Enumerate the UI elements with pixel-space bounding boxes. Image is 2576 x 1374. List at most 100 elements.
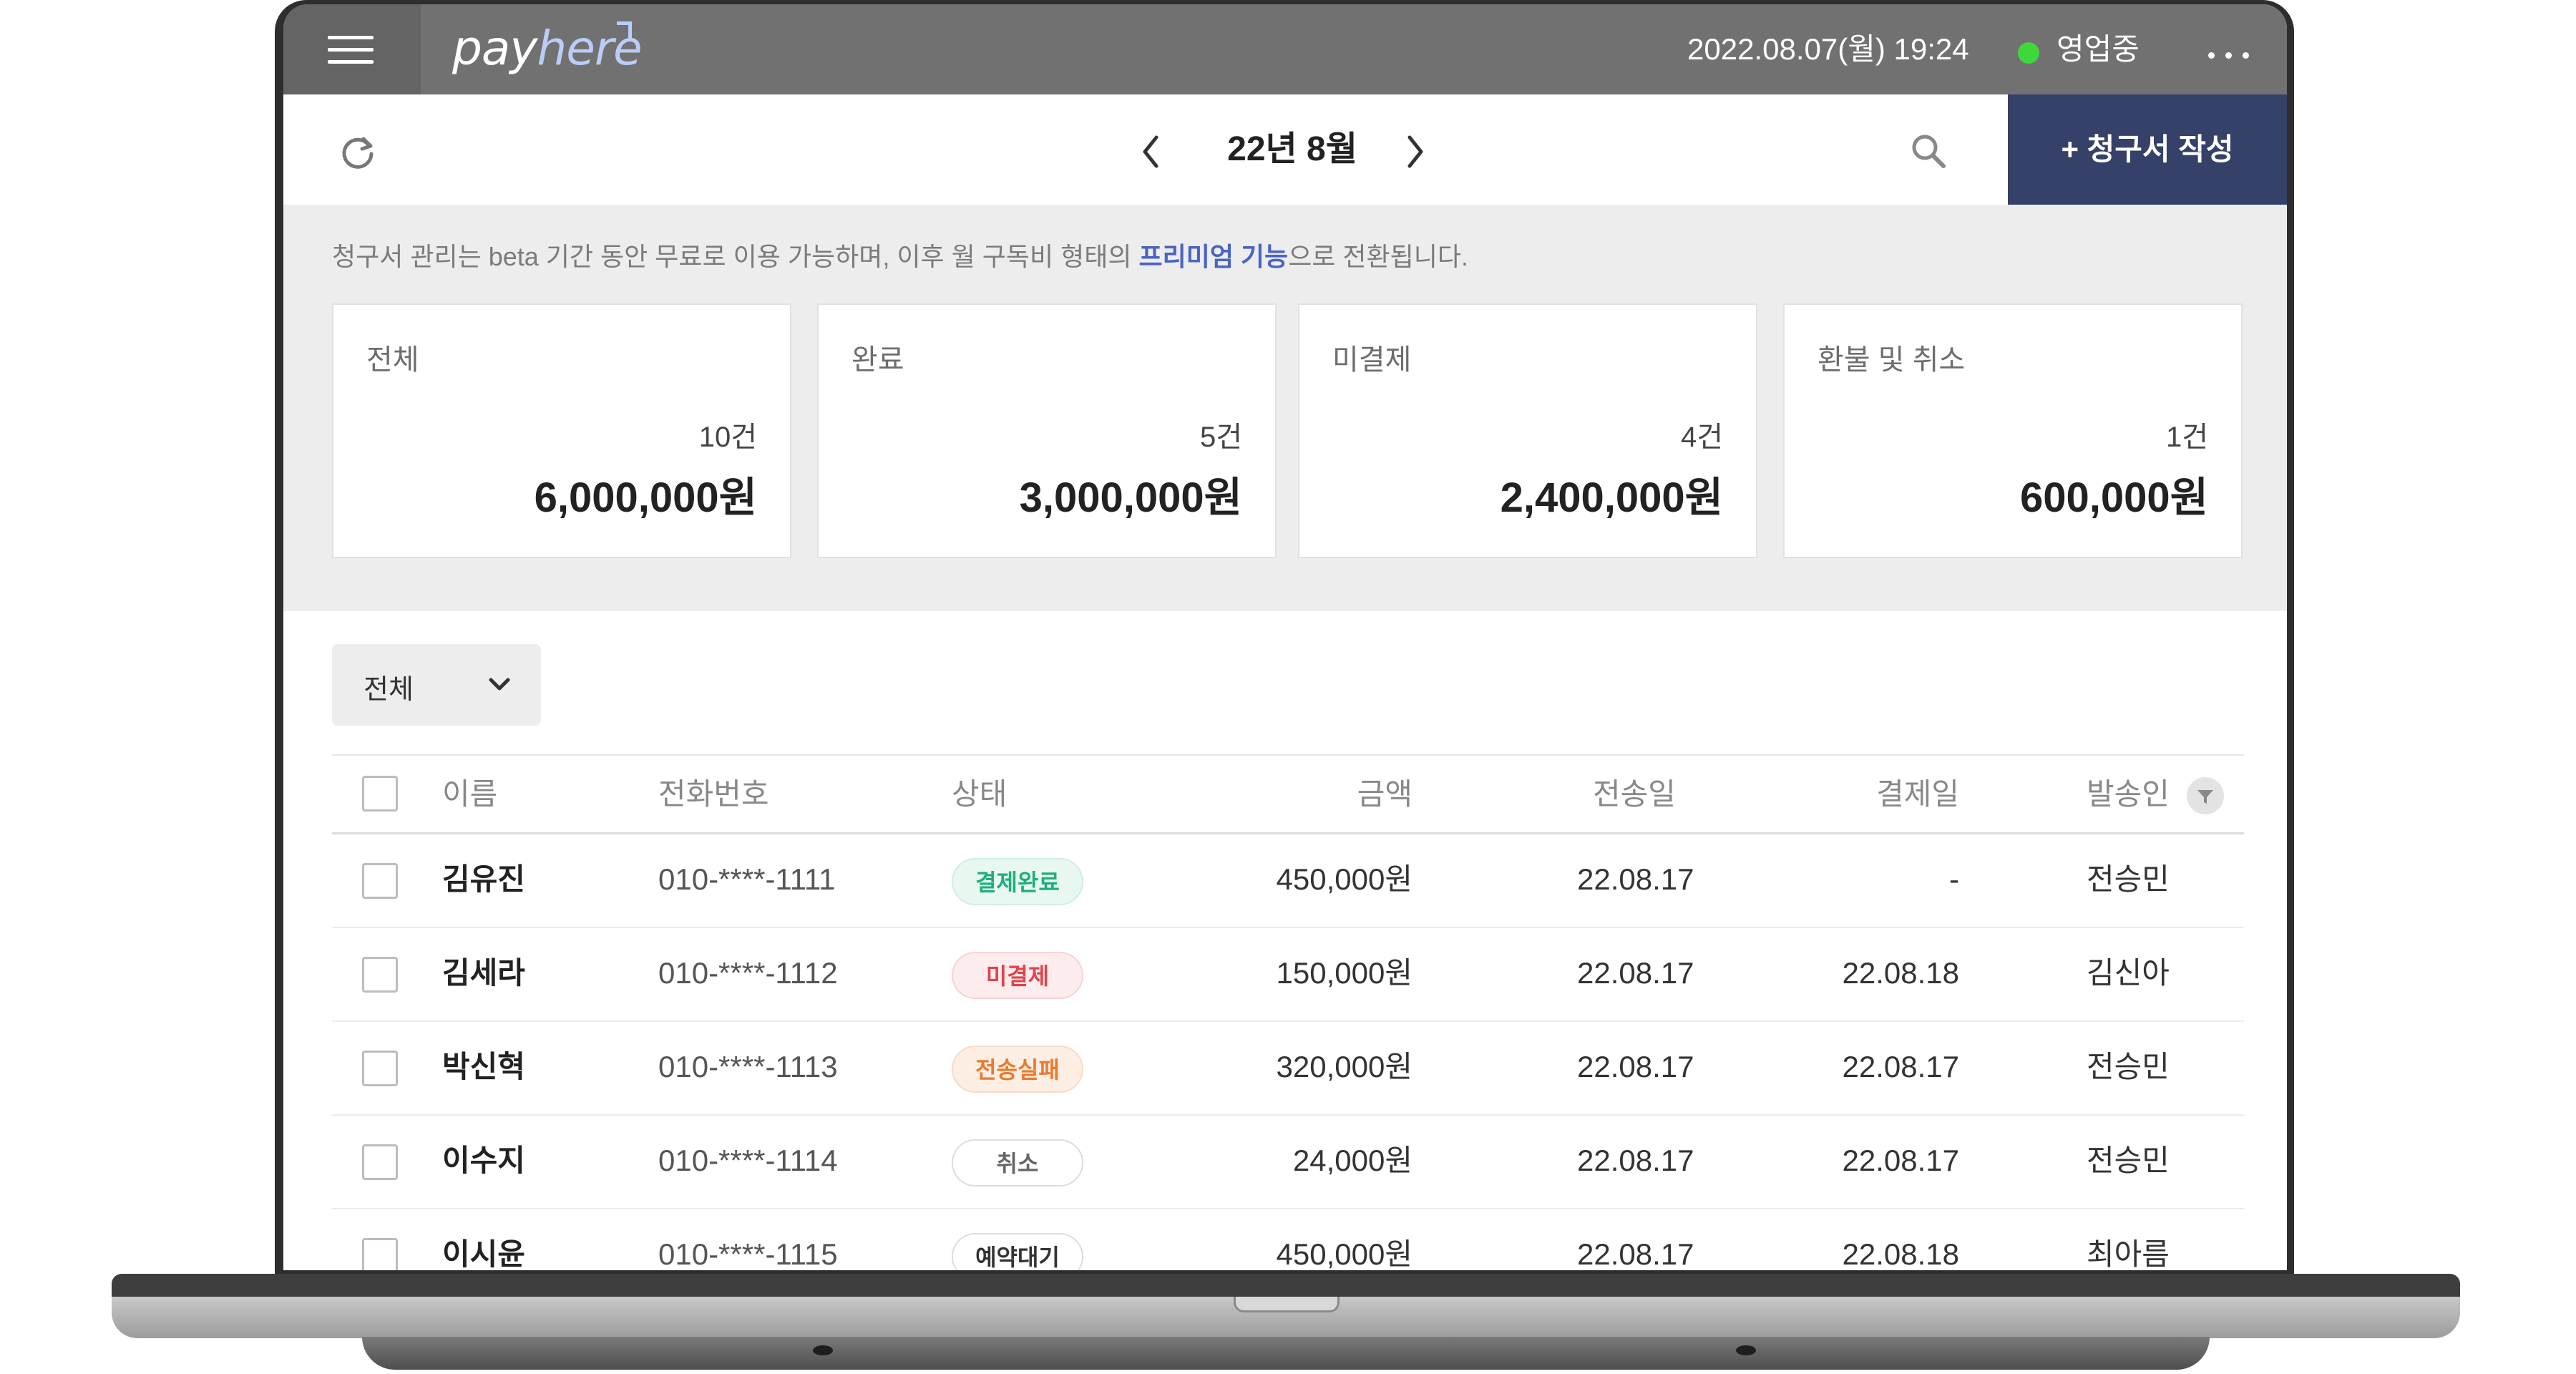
row-phone: 010-****-1113 xyxy=(658,1050,838,1083)
invoice-table: 이름 전화번호 상태 금액 전송일 결제일 발송인 김유진 010-****-11… xyxy=(332,754,2244,1270)
card-label: 전체 xyxy=(366,344,419,376)
table-row[interactable]: 김세라 010-****-1112 미결제 150,000원 22.08.17 22.08… xyxy=(332,928,2244,1022)
laptop-base-bottom xyxy=(362,1337,2210,1370)
card-label: 미결제 xyxy=(1332,344,1412,376)
premium-feature-link[interactable]: 프리미엄 기능 xyxy=(1138,242,1288,271)
app-screen: payhere 2022.08.07(월) 19:24 영업중 22년 8월 +… xyxy=(283,4,2287,1270)
row-sender: 전승민 xyxy=(2087,862,2170,896)
header-amount[interactable]: 금액 xyxy=(1357,756,1413,833)
row-paid-date: 22.08.17 xyxy=(1842,1144,1960,1177)
top-bar: payhere 2022.08.07(월) 19:24 영업중 xyxy=(283,4,2287,94)
search-icon[interactable] xyxy=(1908,130,1951,173)
status-badge: 미결제 xyxy=(952,951,1083,999)
beta-notice: 청구서 관리는 beta 기간 동안 무료로 이용 가능하며, 이후 월 구독비… xyxy=(332,242,1469,271)
table-body: 김유진 010-****-1111 결제완료 450,000원 22.08.17 - 전승민… xyxy=(332,834,2244,1270)
row-sent-date: 22.08.17 xyxy=(1577,1237,1694,1270)
row-amount: 450,000원 xyxy=(1276,1237,1413,1270)
header-sent-date[interactable]: 전송일 xyxy=(1593,756,1676,833)
row-sender: 전승민 xyxy=(2087,1144,2170,1177)
row-checkbox[interactable] xyxy=(362,957,398,993)
current-month: 22년 8월 xyxy=(1227,130,1357,168)
row-checkbox[interactable] xyxy=(362,863,398,899)
create-invoice-button[interactable]: + 청구서 작성 xyxy=(2008,94,2287,205)
row-sent-date: 22.08.17 xyxy=(1577,1050,1694,1083)
summary-card-total[interactable]: 전체 10건 6,000,000원 xyxy=(332,303,791,558)
row-amount: 150,000원 xyxy=(1276,956,1413,990)
row-sent-date: 22.08.17 xyxy=(1577,1144,1694,1177)
row-checkbox[interactable] xyxy=(362,1238,398,1270)
table-header: 이름 전화번호 상태 금액 전송일 결제일 발송인 xyxy=(332,754,2244,834)
row-status: 미결제 xyxy=(952,928,1083,1018)
row-phone: 010-****-1115 xyxy=(658,1237,838,1270)
header-name[interactable]: 이름 xyxy=(442,756,497,833)
status-filter-select[interactable]: 전체 xyxy=(332,644,541,726)
row-paid-date: 22.08.17 xyxy=(1842,1050,1960,1083)
summary-area: 청구서 관리는 beta 기간 동안 무료로 이용 가능하며, 이후 월 구독비… xyxy=(283,205,2287,611)
payhere-logo: payhere xyxy=(452,21,643,76)
card-label: 환불 및 취소 xyxy=(1818,344,1966,376)
card-count: 5건 xyxy=(1199,422,1242,453)
header-phone[interactable]: 전화번호 xyxy=(658,756,769,833)
row-paid-date: 22.08.18 xyxy=(1842,1237,1960,1270)
row-sender: 최아름 xyxy=(2087,1237,2170,1270)
card-amount: 6,000,000원 xyxy=(534,474,757,521)
table-row[interactable]: 박신혁 010-****-1113 전송실패 320,000원 22.08.17 22.0… xyxy=(332,1022,2244,1116)
status-badge: 결제완료 xyxy=(952,857,1083,905)
row-name: 김유진 xyxy=(442,862,525,896)
row-sender: 전승민 xyxy=(2087,1050,2170,1083)
card-amount: 3,000,000원 xyxy=(1019,474,1242,521)
row-amount: 450,000원 xyxy=(1276,862,1413,896)
card-count: 10건 xyxy=(698,422,757,453)
row-name: 이수지 xyxy=(442,1144,525,1177)
row-checkbox[interactable] xyxy=(362,1051,398,1086)
logo-mark xyxy=(617,21,632,39)
row-status: 예약대기 xyxy=(952,1209,1083,1270)
laptop-foot xyxy=(813,1345,833,1355)
card-count: 1건 xyxy=(2165,422,2208,453)
row-phone: 010-****-1114 xyxy=(658,1144,838,1177)
header-paid-date[interactable]: 결제일 xyxy=(1876,756,1959,833)
status-badge: 예약대기 xyxy=(952,1232,1083,1270)
row-sent-date: 22.08.17 xyxy=(1577,862,1694,896)
header-status[interactable]: 상태 xyxy=(952,756,1007,833)
more-horizontal-icon[interactable] xyxy=(2201,33,2258,69)
current-datetime: 2022.08.07(월) 19:24 xyxy=(1687,32,1969,66)
summary-card-completed[interactable]: 완료 5건 3,000,000원 xyxy=(817,303,1277,558)
row-name: 이시윤 xyxy=(442,1237,525,1270)
header-sender[interactable]: 발송인 xyxy=(2087,756,2170,833)
row-sent-date: 22.08.17 xyxy=(1577,956,1694,990)
menu-button[interactable] xyxy=(283,4,421,94)
laptop-hinge xyxy=(112,1274,2460,1298)
row-name: 김세라 xyxy=(442,956,525,990)
chevron-right-icon[interactable] xyxy=(1397,130,1433,173)
card-amount: 600,000원 xyxy=(2019,474,2208,521)
row-phone: 010-****-1112 xyxy=(658,956,838,990)
row-status: 취소 xyxy=(952,1116,1083,1206)
row-paid-date: - xyxy=(1949,862,1959,896)
row-phone: 010-****-1111 xyxy=(658,862,836,896)
card-count: 4건 xyxy=(1680,422,1723,453)
row-sender: 김신아 xyxy=(2087,956,2170,990)
summary-card-refund-cancel[interactable]: 환불 및 취소 1건 600,000원 xyxy=(1783,303,2243,558)
store-status-text: 영업중 xyxy=(2057,32,2140,66)
laptop-notch xyxy=(1234,1297,1340,1312)
row-paid-date: 22.08.18 xyxy=(1842,956,1960,990)
filter-icon[interactable] xyxy=(2187,777,2224,814)
row-status: 결제완료 xyxy=(952,834,1083,925)
table-row[interactable]: 이시윤 010-****-1115 예약대기 450,000원 22.08.17 22.0… xyxy=(332,1209,2244,1270)
row-checkbox[interactable] xyxy=(362,1144,398,1180)
row-status: 전송실패 xyxy=(952,1022,1083,1112)
row-name: 박신혁 xyxy=(442,1050,525,1083)
summary-card-unpaid[interactable]: 미결제 4건 2,400,000원 xyxy=(1298,303,1757,558)
chevron-left-icon[interactable] xyxy=(1133,130,1169,173)
select-all-checkbox[interactable] xyxy=(362,776,398,812)
laptop-foot xyxy=(1736,1345,1756,1355)
status-badge: 전송실패 xyxy=(952,1045,1083,1093)
refresh-icon[interactable] xyxy=(338,132,378,172)
row-amount: 24,000원 xyxy=(1292,1144,1413,1177)
table-row[interactable]: 김유진 010-****-1111 결제완료 450,000원 22.08.17 - 전승민 xyxy=(332,834,2244,928)
table-row[interactable]: 이수지 010-****-1114 취소 24,000원 22.08.17 22.08.1… xyxy=(332,1116,2244,1209)
chevron-down-icon xyxy=(489,678,510,691)
store-status-dot xyxy=(2018,42,2039,64)
row-amount: 320,000원 xyxy=(1276,1050,1413,1083)
